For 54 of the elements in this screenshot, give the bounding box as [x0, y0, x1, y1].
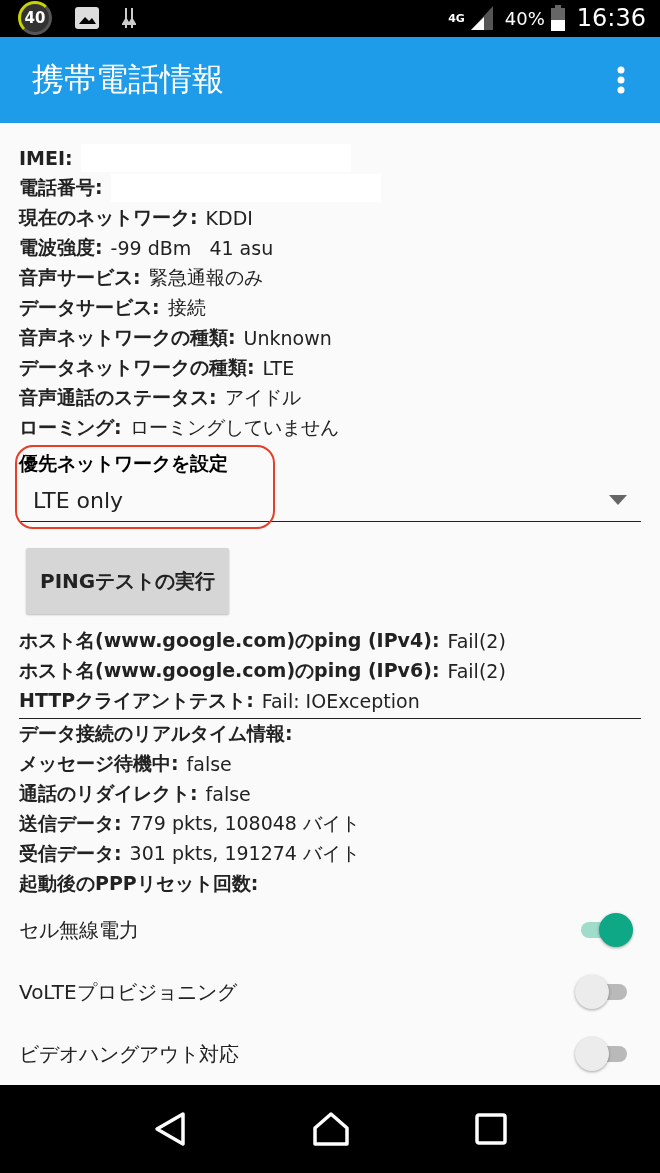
recent-apps-icon[interactable] — [475, 1113, 508, 1145]
info-label: データサービス: — [19, 295, 160, 320]
info-value: アイドル — [224, 385, 301, 410]
data-value: false — [205, 783, 251, 805]
info-label: 音声ネットワークの種類: — [19, 325, 236, 350]
data-value: false — [186, 753, 232, 775]
info-value: -99 dBm 41 asu — [110, 237, 274, 259]
dropdown-caret-icon — [609, 495, 627, 505]
info-value: 接続 — [167, 295, 206, 320]
notification-badge: 40 — [18, 1, 52, 36]
test-result: Fail(2) — [447, 660, 506, 682]
switch-label: ビデオハングアウト対応 — [19, 1040, 239, 1068]
app-title: 携帯電話情報 — [32, 58, 224, 100]
data-transfer-icon — [122, 6, 136, 31]
info-label: 現在のネットワーク: — [19, 205, 198, 230]
data-label: 起動後のPPPリセット回数: — [19, 871, 259, 896]
switch-label: VoLTEプロビジョニング — [19, 978, 237, 1006]
info-label: 音声サービス: — [19, 265, 141, 290]
switch-label: セル無線電力 — [19, 916, 139, 944]
signal-icon — [470, 6, 493, 31]
info-label: 電波強度: — [19, 235, 103, 260]
overflow-menu-icon[interactable] — [616, 64, 626, 95]
data-label: 通話のリダイレクト: — [19, 781, 198, 806]
info-value: ローミングしていません — [129, 415, 339, 440]
info-label: 音声通話のステータス: — [19, 385, 217, 410]
data-label: 送信データ: — [19, 811, 122, 836]
preferred-network-label: 優先ネットワークを設定 — [19, 452, 228, 474]
network-type-dropdown[interactable]: LTE only — [19, 479, 641, 522]
image-icon — [74, 6, 100, 31]
data-label: メッセージ待機中: — [19, 751, 179, 776]
test-result: Fail: IOException — [261, 690, 420, 712]
battery-icon — [550, 5, 565, 32]
battery-percentage: 40% — [504, 7, 545, 29]
data-label: 受信データ: — [19, 841, 122, 866]
test-label: ホスト名(www.google.com)のping (IPv6): — [19, 658, 440, 683]
clock: 16:36 — [576, 4, 646, 33]
test-result: Fail(2) — [447, 630, 506, 652]
data-value: 301 pkts, 191274 バイト — [129, 841, 360, 866]
test-label: HTTPクライアントテスト: — [19, 688, 254, 713]
info-value: 緊急通報のみ — [148, 265, 263, 290]
info-label: データネットワークの種類: — [19, 355, 255, 380]
data-label: データ接続のリアルタイム情報: — [19, 721, 293, 746]
info-label: IMEI: — [19, 147, 73, 169]
info-value: KDDI — [205, 207, 253, 229]
info-value: LTE — [262, 357, 295, 379]
ping-test-button[interactable]: PINGテストの実行 — [26, 548, 230, 614]
test-label: ホスト名(www.google.com)のping (IPv4): — [19, 628, 440, 653]
info-value: Unknown — [243, 327, 332, 349]
back-icon[interactable] — [152, 1111, 187, 1147]
data-value: 779 pkts, 108048 バイト — [129, 811, 360, 836]
info-label: 電話番号: — [19, 175, 103, 200]
network-type-label: 4G — [448, 11, 465, 25]
info-label: ローミング: — [19, 415, 122, 440]
home-icon[interactable] — [312, 1111, 350, 1147]
